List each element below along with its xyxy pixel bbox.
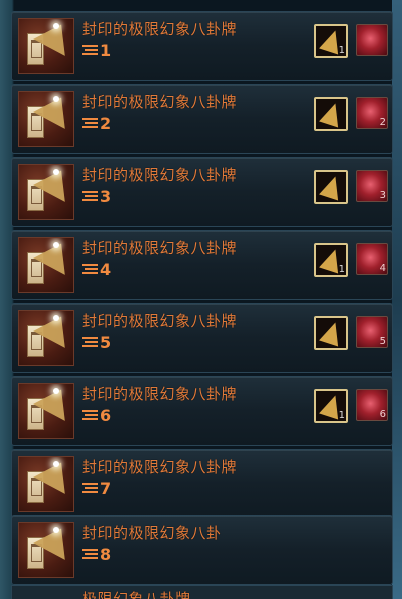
bagua-card-icon	[18, 456, 74, 512]
item-level: 6	[82, 406, 111, 425]
red-gem-icon[interactable]: 4	[356, 243, 388, 275]
item-name: 封印的极限幻象八卦牌	[82, 312, 238, 330]
item-level: 1	[82, 41, 111, 60]
bagua-card-icon	[18, 383, 74, 439]
item-name: 封印的极限幻象八卦牌	[82, 166, 238, 184]
list-item[interactable]: 封印的极限幻象八卦牌 3 3	[11, 157, 393, 227]
triangle-shard-icon[interactable]: 1	[314, 389, 348, 423]
item-level: 7	[82, 479, 111, 498]
level-bars-icon	[82, 191, 98, 202]
bagua-card-icon	[18, 91, 74, 147]
level-bars-icon	[82, 118, 98, 129]
level-bars-icon	[82, 549, 98, 560]
item-level: 5	[82, 333, 111, 352]
triangle-shard-icon[interactable]: 1	[314, 24, 348, 58]
bagua-card-icon	[18, 164, 74, 220]
item-level: 4	[82, 260, 111, 279]
triangle-shard-icon[interactable]	[314, 316, 348, 350]
scrollbar-track[interactable]	[392, 0, 402, 599]
list-item-partial[interactable]: 极限幻象八卦牌	[11, 585, 393, 599]
level-bars-icon	[82, 410, 98, 421]
red-gem-icon[interactable]: 5	[356, 316, 388, 348]
item-name: 封印的极限幻象八卦牌	[82, 239, 238, 257]
bagua-card-icon	[18, 522, 74, 578]
list-item[interactable]: 封印的极限幻象八卦牌 7	[11, 449, 393, 519]
item-name: 封印的极限幻象八卦牌	[82, 385, 238, 403]
bagua-card-icon	[18, 18, 74, 74]
list-item[interactable]: 封印的极限幻象八卦 8	[11, 515, 393, 585]
red-gem-icon[interactable]	[356, 24, 388, 56]
list-item[interactable]: 封印的极限幻象八卦牌 6 1 6	[11, 376, 393, 446]
item-name: 封印的极限幻象八卦牌	[82, 20, 238, 38]
item-name: 封印的极限幻象八卦牌	[82, 458, 238, 476]
red-gem-icon[interactable]: 2	[356, 97, 388, 129]
item-name: 极限幻象八卦牌	[82, 590, 191, 599]
red-gem-icon[interactable]: 6	[356, 389, 388, 421]
list-item[interactable]: 封印的极限幻象八卦牌 1 1	[11, 11, 393, 81]
red-gem-icon[interactable]: 3	[356, 170, 388, 202]
level-bars-icon	[82, 264, 98, 275]
item-name: 封印的极限幻象八卦	[82, 524, 222, 542]
level-bars-icon	[82, 45, 98, 56]
item-level: 8	[82, 545, 111, 564]
bagua-card-icon	[18, 237, 74, 293]
bagua-card-icon	[18, 310, 74, 366]
level-bars-icon	[82, 337, 98, 348]
triangle-shard-icon[interactable]	[314, 170, 348, 204]
item-level: 2	[82, 114, 111, 133]
level-bars-icon	[82, 483, 98, 494]
item-list-panel: 封印的极限幻象八卦牌 1 1 封印的极限幻象八卦牌 2 2 封印的极限幻象八卦牌…	[0, 0, 402, 599]
list-item[interactable]: 封印的极限幻象八卦牌 4 1 4	[11, 230, 393, 300]
item-name: 封印的极限幻象八卦牌	[82, 93, 238, 111]
triangle-shard-icon[interactable]: 1	[314, 243, 348, 277]
item-level: 3	[82, 187, 111, 206]
list-item[interactable]: 封印的极限幻象八卦牌 2 2	[11, 84, 393, 154]
triangle-shard-icon[interactable]	[314, 97, 348, 131]
list-item[interactable]: 封印的极限幻象八卦牌 5 5	[11, 303, 393, 373]
